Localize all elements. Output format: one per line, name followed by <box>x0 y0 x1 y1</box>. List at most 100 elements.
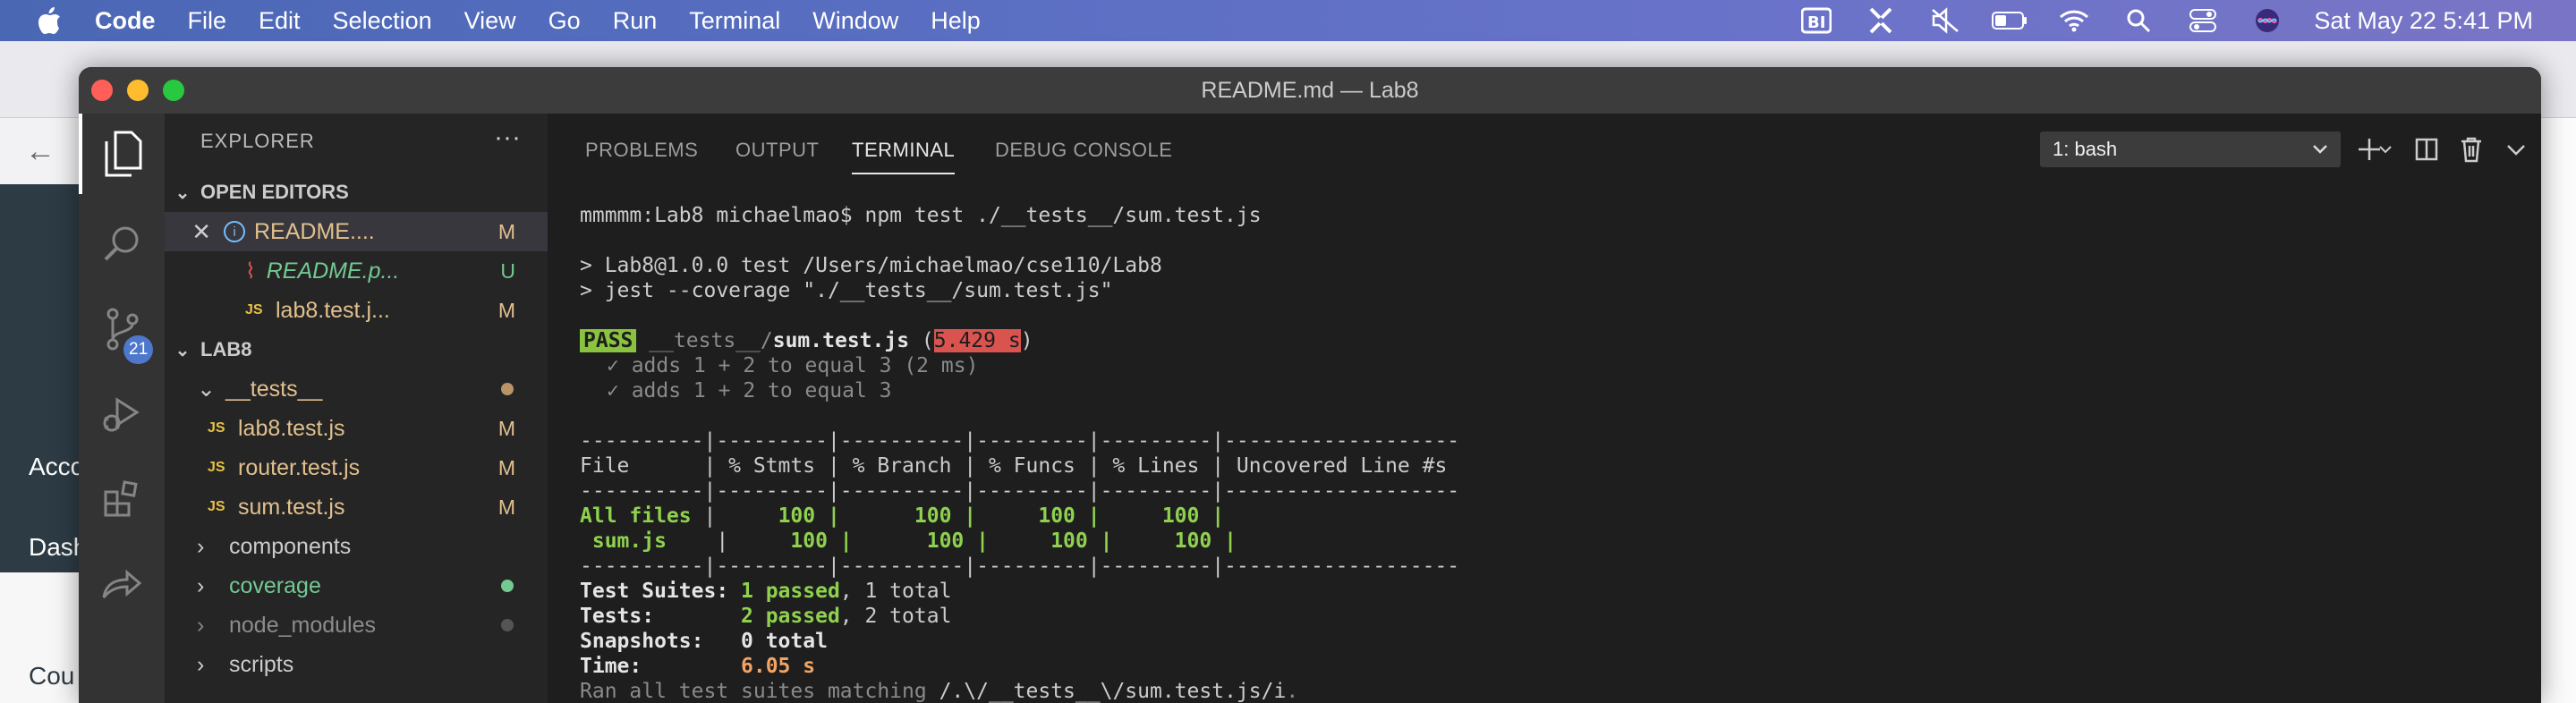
scm-count-badge: 21 <box>123 335 154 364</box>
menu-run[interactable]: Run <box>613 7 658 35</box>
panel-header: PROBLEMS OUTPUT TERMINAL DEBUG CONSOLE 1… <box>548 114 2541 189</box>
battery-icon[interactable] <box>1992 3 2028 38</box>
file-router-test[interactable]: JS router.test.js M <box>165 448 548 487</box>
menu-go[interactable]: Go <box>548 7 581 35</box>
folder-node-modules[interactable]: › node_modules <box>165 606 548 645</box>
menu-help[interactable]: Help <box>931 7 981 35</box>
terminal-output[interactable]: mmmmm:Lab8 michaelmao$ npm test ./__test… <box>548 189 2541 703</box>
close-editor-icon[interactable]: ✕ <box>165 218 211 246</box>
run-debug-icon <box>103 397 140 432</box>
window-minimize-button[interactable] <box>127 80 149 101</box>
remote-share-activity[interactable] <box>79 543 165 623</box>
maximize-panel-chevron-icon[interactable] <box>2500 133 2532 165</box>
js-file-icon: JS <box>245 302 263 318</box>
summary-label: Tests: <box>580 605 742 628</box>
tab-terminal[interactable]: TERMINAL <box>852 139 956 174</box>
window-title: README.md — Lab8 <box>1201 77 1419 103</box>
open-editor-readme-md[interactable]: ✕ i README.... M <box>165 212 548 251</box>
folder-name: coverage <box>229 572 321 598</box>
file-name: router.test.js <box>238 454 361 480</box>
summary-total: , 2 total <box>839 605 952 628</box>
file-sum-test[interactable]: JS sum.test.js M <box>165 487 548 527</box>
open-editors-section[interactable]: ⌄ OPEN EDITORS <box>165 173 548 212</box>
summary-label: Test Suites: <box>580 580 742 603</box>
activity-bar: 21 <box>79 114 165 703</box>
ran-suffix: . <box>1286 680 1299 703</box>
ignored-dot <box>501 619 514 631</box>
modified-dot <box>501 383 514 395</box>
extensions-activity[interactable] <box>79 459 165 539</box>
git-status-untracked: U <box>500 258 515 283</box>
trash-icon[interactable] <box>2455 133 2487 165</box>
split-terminal-icon[interactable] <box>2410 133 2443 165</box>
untracked-dot <box>501 580 514 592</box>
app-name-menu[interactable]: Code <box>95 7 156 35</box>
coverage-row-all-files: All files | 100 | 100 | 100 | 100 | <box>580 504 1225 528</box>
chevron-down-icon[interactable] <box>2375 133 2396 165</box>
sidebar-courses-label[interactable]: Cou <box>29 662 74 690</box>
siri-icon[interactable] <box>2249 3 2285 38</box>
coverage-row-sum: sum.js | 100 | 100 | 100 | 100 | <box>580 529 1237 553</box>
npm-command-line: > jest --coverage "./__tests__/sum.test.… <box>580 279 1113 302</box>
search-activity[interactable] <box>79 203 165 284</box>
apple-icon[interactable] <box>36 4 68 37</box>
npm-script-line: > Lab8@1.0.0 test /Users/michaelmao/cse1… <box>580 254 1162 277</box>
window-maximize-button[interactable] <box>163 80 184 101</box>
open-editor-name: README.... <box>254 218 375 244</box>
sidebar-account-label[interactable]: Acco <box>29 453 84 481</box>
test-case-2: ✓ adds 1 + 2 to equal 3 <box>607 379 892 402</box>
file-name: lab8.test.js <box>238 415 345 441</box>
menu-selection[interactable]: Selection <box>333 7 432 35</box>
menu-terminal[interactable]: Terminal <box>689 7 780 35</box>
folder-coverage[interactable]: › coverage <box>165 566 548 606</box>
open-editor-name: README.p... <box>266 258 400 284</box>
tab-output[interactable]: OUTPUT <box>735 139 819 162</box>
back-arrow-icon[interactable]: ← <box>25 134 55 169</box>
folder-tests[interactable]: ⌄ __tests__ <box>165 369 548 409</box>
menu-window[interactable]: Window <box>812 7 898 35</box>
live-share-icon <box>102 569 142 598</box>
menu-edit[interactable]: Edit <box>259 7 301 35</box>
folder-name: scripts <box>229 651 294 677</box>
menu-bar-clock[interactable]: Sat May 22 5:41 PM <box>2314 7 2533 35</box>
chevron-right-icon: › <box>197 651 205 677</box>
test-result-line: PASS __tests__/sum.test.js (5.429 s) <box>580 328 1033 353</box>
git-status-modified: M <box>497 219 515 243</box>
menu-view[interactable]: View <box>464 7 516 35</box>
ran-prefix: Ran all test suites matching <box>580 680 939 703</box>
terminal-selector[interactable]: 1: bash <box>2040 131 2341 167</box>
file-lab8-test[interactable]: JS lab8.test.js M <box>165 409 548 448</box>
spotlight-search-icon[interactable] <box>2121 3 2156 38</box>
explorer-more-icon[interactable]: ··· <box>494 123 521 153</box>
explorer-header: EXPLORER <box>200 130 315 152</box>
wifi-icon[interactable] <box>2056 3 2092 38</box>
menu-bar-tray: BI Sat May 22 5:41 PM <box>1798 0 2576 41</box>
files-icon <box>105 131 142 177</box>
pass-badge: PASS <box>580 329 637 352</box>
bi-icon[interactable]: BI <box>1798 3 1834 38</box>
open-editor-lab8-test[interactable]: JS lab8.test.j... M <box>165 291 548 330</box>
svg-text:BI: BI <box>1807 13 1825 32</box>
coverage-table-header: File | % Stmts | % Branch | % Funcs | % … <box>580 454 1460 478</box>
menu-file[interactable]: File <box>188 7 227 35</box>
folder-scripts[interactable]: › scripts <box>165 645 548 684</box>
tab-problems[interactable]: PROBLEMS <box>585 139 698 162</box>
git-status-modified: M <box>497 455 515 479</box>
muted-notification-icon[interactable] <box>1927 3 1963 38</box>
source-control-activity[interactable]: 21 <box>79 289 165 369</box>
folder-components[interactable]: › components <box>165 527 548 566</box>
js-file-icon: JS <box>208 499 225 514</box>
workspace-section[interactable]: ⌄ LAB8 <box>165 330 548 369</box>
open-editor-readme-pdf[interactable]: ⌇ README.p... U <box>165 251 548 291</box>
window-close-button[interactable] <box>91 80 113 101</box>
tab-debug-console[interactable]: DEBUG CONSOLE <box>995 139 1172 162</box>
lms-sidebar-active: Cou <box>0 572 81 703</box>
explorer-activity[interactable] <box>79 114 165 194</box>
dock-app-icon[interactable] <box>1863 3 1899 38</box>
summary-tests: Tests: 2 passed, 2 total <box>580 604 951 629</box>
run-debug-activity[interactable] <box>79 375 165 455</box>
control-center-icon[interactable] <box>2185 3 2221 38</box>
ran-pattern: /.\/__tests__\/sum.test.js/i <box>939 680 1287 703</box>
chevron-right-icon: › <box>197 572 205 598</box>
chevron-down-icon: ⌄ <box>174 182 191 203</box>
